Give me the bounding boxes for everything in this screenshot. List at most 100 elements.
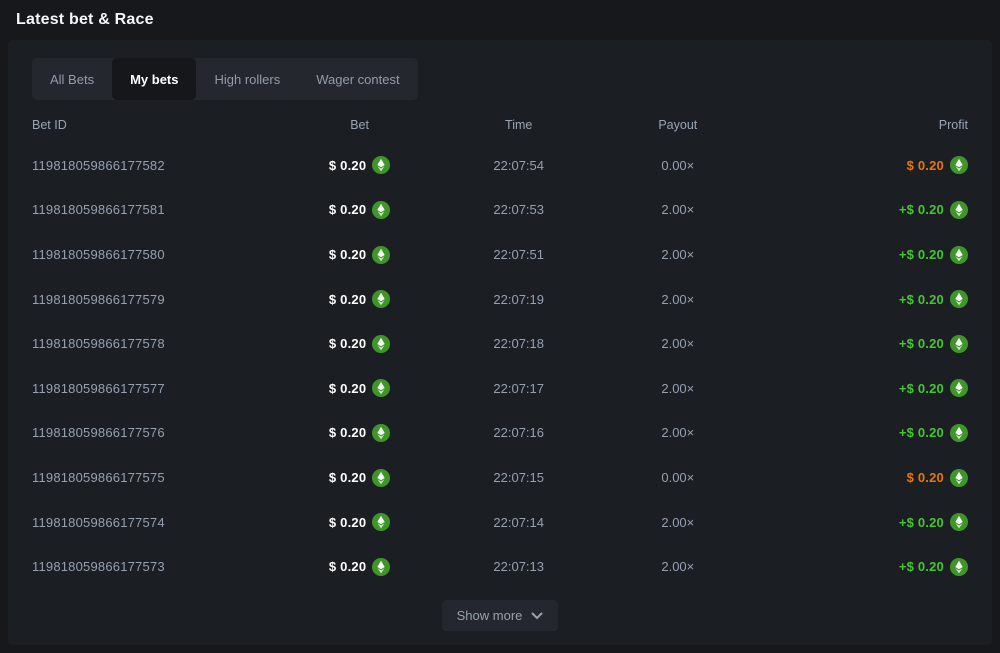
- eth-coin-icon: [950, 379, 968, 397]
- bet-amount: $ 0.20: [329, 515, 366, 530]
- profit-cell: $ 0.20: [743, 469, 968, 487]
- tab-label: High rollers: [214, 72, 280, 87]
- table-row[interactable]: 119818059866177573 $ 0.20 22:07:13 2.00×…: [24, 544, 976, 589]
- bet-id-cell: 119818059866177582: [32, 158, 294, 173]
- bet-cell: $ 0.20: [294, 379, 425, 397]
- table-row[interactable]: 119818059866177574 $ 0.20 22:07:14 2.00×…: [24, 500, 976, 545]
- eth-coin-icon: [372, 513, 390, 531]
- tab-high-rollers[interactable]: High rollers: [196, 58, 298, 100]
- eth-coin-icon: [372, 558, 390, 576]
- profit-cell: +$ 0.20: [743, 246, 968, 264]
- time-cell: 22:07:13: [425, 559, 612, 574]
- column-header-bet-id: Bet ID: [32, 118, 294, 132]
- payout-cell: 2.00×: [612, 381, 743, 396]
- latest-bets-panel: All Bets My bets High rollers Wager cont…: [8, 40, 992, 645]
- tab-all-bets[interactable]: All Bets: [32, 58, 112, 100]
- tab-label: All Bets: [50, 72, 94, 87]
- table-row[interactable]: 119818059866177582 $ 0.20 22:07:54 0.00×…: [24, 143, 976, 188]
- profit-amount: +$ 0.20: [899, 559, 944, 574]
- table-footer: Show more: [24, 600, 976, 631]
- bet-amount: $ 0.20: [329, 202, 366, 217]
- eth-coin-icon: [372, 469, 390, 487]
- eth-coin-icon: [950, 246, 968, 264]
- bet-amount: $ 0.20: [329, 470, 366, 485]
- bet-id-cell: 119818059866177575: [32, 470, 294, 485]
- payout-cell: 2.00×: [612, 292, 743, 307]
- title-bar: Latest bet & Race: [0, 0, 1000, 40]
- time-cell: 22:07:16: [425, 425, 612, 440]
- bet-id-cell: 119818059866177573: [32, 559, 294, 574]
- bet-cell: $ 0.20: [294, 246, 425, 264]
- eth-coin-icon: [950, 201, 968, 219]
- payout-cell: 2.00×: [612, 336, 743, 351]
- table-row[interactable]: 119818059866177575 $ 0.20 22:07:15 0.00×…: [24, 455, 976, 500]
- bet-cell: $ 0.20: [294, 469, 425, 487]
- bet-table-body: 119818059866177582 $ 0.20 22:07:54 0.00×…: [24, 143, 976, 589]
- profit-cell: $ 0.20: [743, 156, 968, 174]
- eth-coin-icon: [950, 424, 968, 442]
- profit-cell: +$ 0.20: [743, 201, 968, 219]
- bet-id-cell: 119818059866177578: [32, 336, 294, 351]
- time-cell: 22:07:15: [425, 470, 612, 485]
- profit-cell: +$ 0.20: [743, 424, 968, 442]
- tab-wager-contest[interactable]: Wager contest: [298, 58, 417, 100]
- payout-cell: 2.00×: [612, 515, 743, 530]
- show-more-button[interactable]: Show more: [442, 600, 559, 631]
- profit-amount: +$ 0.20: [899, 515, 944, 530]
- time-cell: 22:07:54: [425, 158, 612, 173]
- table-row[interactable]: 119818059866177581 $ 0.20 22:07:53 2.00×…: [24, 188, 976, 233]
- bet-id-cell: 119818059866177580: [32, 247, 294, 262]
- column-header-bet: Bet: [294, 118, 425, 132]
- bets-tab-group: All Bets My bets High rollers Wager cont…: [32, 58, 418, 100]
- bet-id-cell: 119818059866177574: [32, 515, 294, 530]
- eth-coin-icon: [372, 156, 390, 174]
- table-row[interactable]: 119818059866177576 $ 0.20 22:07:16 2.00×…: [24, 411, 976, 456]
- profit-amount: +$ 0.20: [899, 202, 944, 217]
- bet-amount: $ 0.20: [329, 336, 366, 351]
- profit-amount: +$ 0.20: [899, 292, 944, 307]
- table-row[interactable]: 119818059866177580 $ 0.20 22:07:51 2.00×…: [24, 232, 976, 277]
- profit-amount: +$ 0.20: [899, 247, 944, 262]
- bet-cell: $ 0.20: [294, 513, 425, 531]
- profit-cell: +$ 0.20: [743, 335, 968, 353]
- payout-cell: 2.00×: [612, 202, 743, 217]
- chevron-down-icon: [531, 612, 543, 620]
- column-header-time: Time: [425, 118, 612, 132]
- profit-cell: +$ 0.20: [743, 290, 968, 308]
- bet-cell: $ 0.20: [294, 558, 425, 576]
- bet-id-cell: 119818059866177577: [32, 381, 294, 396]
- payout-cell: 2.00×: [612, 247, 743, 262]
- profit-cell: +$ 0.20: [743, 379, 968, 397]
- bet-cell: $ 0.20: [294, 156, 425, 174]
- column-header-payout: Payout: [612, 118, 743, 132]
- eth-coin-icon: [372, 290, 390, 308]
- bet-cell: $ 0.20: [294, 290, 425, 308]
- table-row[interactable]: 119818059866177577 $ 0.20 22:07:17 2.00×…: [24, 366, 976, 411]
- eth-coin-icon: [950, 290, 968, 308]
- tab-my-bets[interactable]: My bets: [112, 58, 196, 100]
- eth-coin-icon: [372, 335, 390, 353]
- eth-coin-icon: [372, 246, 390, 264]
- page-title: Latest bet & Race: [16, 11, 154, 29]
- eth-coin-icon: [372, 201, 390, 219]
- table-header-row: Bet ID Bet Time Payout Profit: [24, 106, 976, 143]
- table-row[interactable]: 119818059866177579 $ 0.20 22:07:19 2.00×…: [24, 277, 976, 322]
- bet-amount: $ 0.20: [329, 425, 366, 440]
- bet-amount: $ 0.20: [329, 158, 366, 173]
- tab-label: Wager contest: [316, 72, 399, 87]
- eth-coin-icon: [950, 469, 968, 487]
- bet-amount: $ 0.20: [329, 381, 366, 396]
- payout-cell: 0.00×: [612, 158, 743, 173]
- profit-amount: +$ 0.20: [899, 425, 944, 440]
- eth-coin-icon: [950, 558, 968, 576]
- bet-amount: $ 0.20: [329, 559, 366, 574]
- table-row[interactable]: 119818059866177578 $ 0.20 22:07:18 2.00×…: [24, 321, 976, 366]
- eth-coin-icon: [950, 335, 968, 353]
- time-cell: 22:07:19: [425, 292, 612, 307]
- profit-amount: +$ 0.20: [899, 381, 944, 396]
- time-cell: 22:07:18: [425, 336, 612, 351]
- profit-amount: $ 0.20: [907, 158, 944, 173]
- time-cell: 22:07:17: [425, 381, 612, 396]
- payout-cell: 2.00×: [612, 559, 743, 574]
- show-more-label: Show more: [457, 608, 523, 623]
